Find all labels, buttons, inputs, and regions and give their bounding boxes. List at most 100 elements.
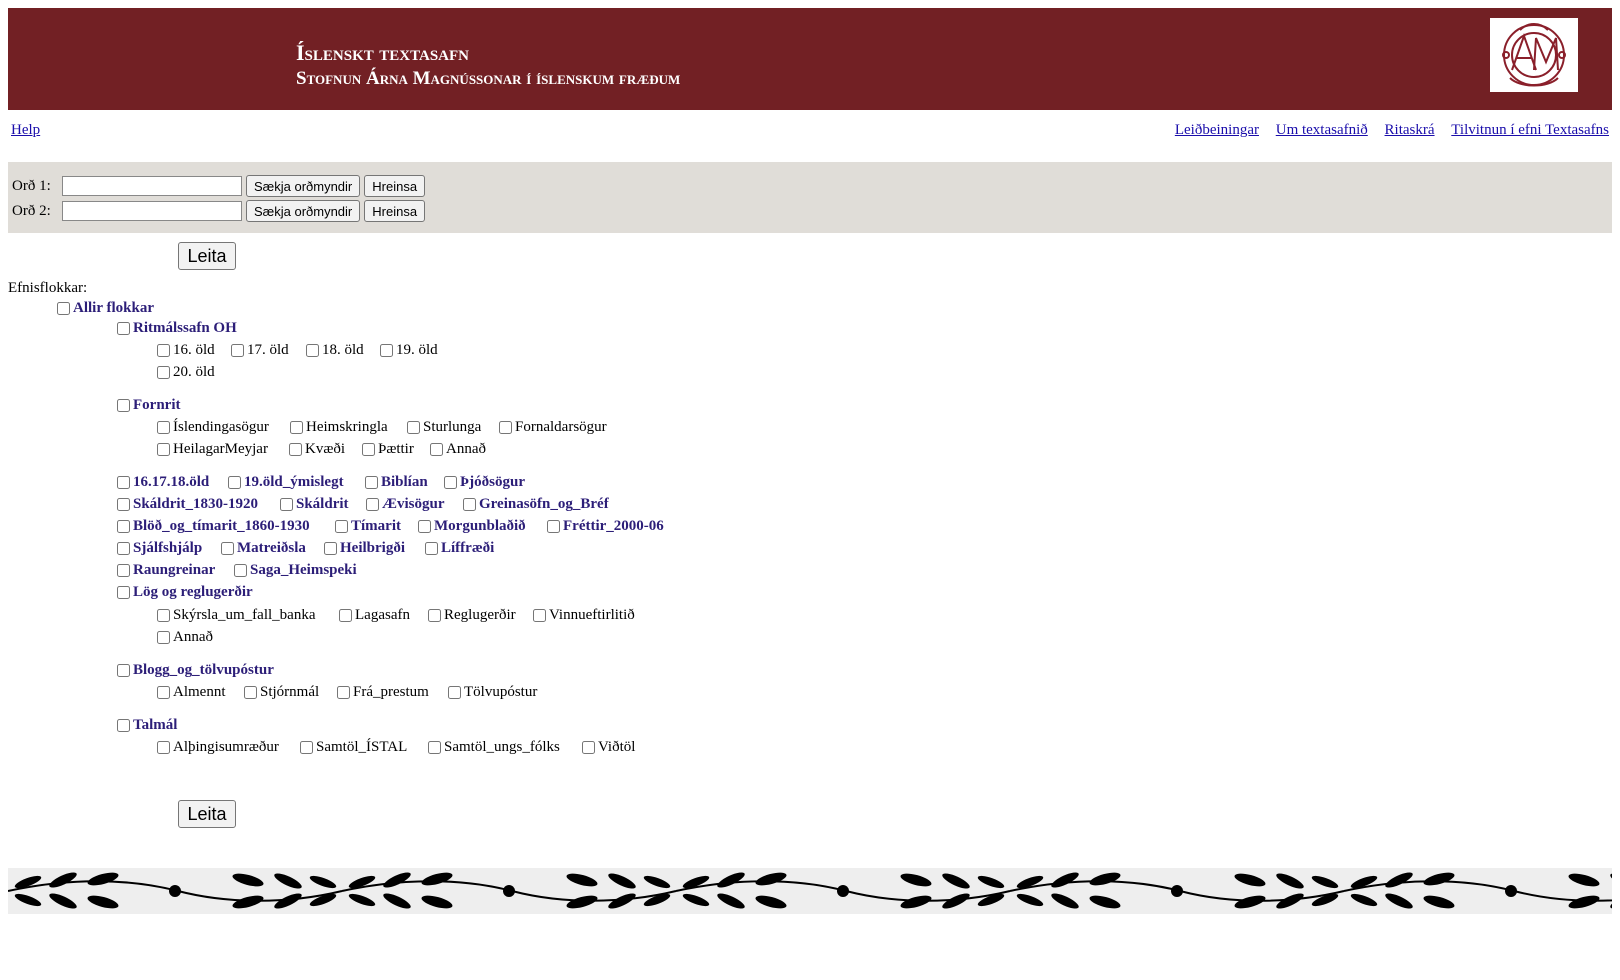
sub-vidtol-checkbox[interactable] [582, 741, 595, 754]
talmal-checkbox[interactable] [117, 719, 130, 732]
category-raungreinar[interactable]: Raungreinar [117, 562, 215, 579]
category-skaldrit-1830-1920[interactable]: Skáldrit_1830-1920 [117, 496, 258, 513]
sub-fra-prestum[interactable]: Frá_prestum [337, 684, 429, 701]
fornrit-checkbox[interactable] [117, 399, 130, 412]
cat-19-ymislegt-checkbox[interactable] [228, 476, 241, 489]
category-skaldrit[interactable]: Skáldrit [280, 496, 349, 513]
cat-aevisogur-checkbox[interactable] [366, 498, 379, 511]
category-all[interactable]: Allir flokkar [57, 300, 154, 317]
cat-matreidsla-checkbox[interactable] [221, 542, 234, 555]
sub-samtol-istal[interactable]: Samtöl_ÍSTAL [300, 739, 407, 756]
sub-heimskringla-checkbox[interactable] [290, 421, 303, 434]
sub-fornaldarsogur-checkbox[interactable] [499, 421, 512, 434]
category-heilbrigdi[interactable]: Heilbrigði [324, 540, 405, 557]
cat-sjalfshjalp-checkbox[interactable] [117, 542, 130, 555]
sub-vinnueftirlitid-checkbox[interactable] [533, 609, 546, 622]
category-morgunbladid[interactable]: Morgunblaðið [418, 518, 526, 535]
sub-20-old[interactable]: 20. öld [157, 364, 215, 381]
sub-samtol-ungs-folks[interactable]: Samtöl_ungs_fólks [428, 739, 560, 756]
sub-19-old[interactable]: 19. öld [380, 342, 438, 359]
sub-kvaedi[interactable]: Kvæði [289, 441, 345, 458]
sub-fornrit-annad[interactable]: Annað [430, 441, 486, 458]
sub-17-old-checkbox[interactable] [231, 344, 244, 357]
blogg-checkbox[interactable] [117, 664, 130, 677]
word-2-fetch-button[interactable]: Sækja orðmyndir [246, 200, 361, 222]
cat-blod-checkbox[interactable] [117, 520, 130, 533]
sub-sturlunga-checkbox[interactable] [407, 421, 420, 434]
sub-reglugerdir-checkbox[interactable] [428, 609, 441, 622]
word-1-input[interactable] [62, 176, 242, 196]
nav-um-textasafnid[interactable]: Um textasafnið [1276, 122, 1368, 138]
category-ritmalssafn[interactable]: Ritmálssafn OH [117, 320, 237, 337]
category-talmal[interactable]: Talmál [117, 717, 177, 734]
cat-liffraedi-checkbox[interactable] [425, 542, 438, 555]
sub-lagasafn-checkbox[interactable] [339, 609, 352, 622]
cat-greinasofn-checkbox[interactable] [463, 498, 476, 511]
category-frettir-2000-06[interactable]: Fréttir_2000-06 [547, 518, 664, 535]
cat-heilbrigdi-checkbox[interactable] [324, 542, 337, 555]
sub-20-old-checkbox[interactable] [157, 366, 170, 379]
sub-16-old-checkbox[interactable] [157, 344, 170, 357]
sub-log-annad[interactable]: Annað [157, 629, 213, 646]
cat-skaldrit-checkbox[interactable] [280, 498, 293, 511]
cat-thjodsogur-checkbox[interactable] [444, 476, 457, 489]
category-saga-heimspeki[interactable]: Saga_Heimspeki [234, 562, 357, 579]
help-link[interactable]: Help [11, 122, 40, 139]
sub-sturlunga[interactable]: Sturlunga [407, 419, 481, 436]
sub-heilagarmeyjar[interactable]: HeilagarMeyjar [157, 441, 268, 458]
sub-samtol-ungs-checkbox[interactable] [428, 741, 441, 754]
category-sjalfshjalp[interactable]: Sjálfshjálp [117, 540, 202, 557]
category-biblian[interactable]: Biblían [365, 474, 428, 491]
category-16-17-18-old[interactable]: 16.17.18.öld [117, 474, 209, 491]
log-checkbox[interactable] [117, 586, 130, 599]
cat-morgunbladid-checkbox[interactable] [418, 520, 431, 533]
word-1-clear-button[interactable]: Hreinsa [364, 175, 426, 197]
nav-ritaskra[interactable]: Ritaskrá [1385, 122, 1435, 138]
sub-heimskringla[interactable]: Heimskringla [290, 419, 388, 436]
sub-fra-prestum-checkbox[interactable] [337, 686, 350, 699]
sub-skyrsla[interactable]: Skýrsla_um_fall_banka [157, 607, 315, 624]
category-timarit[interactable]: Tímarit [335, 518, 401, 535]
category-thjodsogur[interactable]: Þjóðsögur [444, 474, 525, 491]
sub-fornrit-annad-checkbox[interactable] [430, 443, 443, 456]
cat-timarit-checkbox[interactable] [335, 520, 348, 533]
sub-althingi-checkbox[interactable] [157, 741, 170, 754]
category-matreidsla[interactable]: Matreiðsla [221, 540, 306, 557]
sub-almennt[interactable]: Almennt [157, 684, 226, 701]
sub-almennt-checkbox[interactable] [157, 686, 170, 699]
sub-lagasafn[interactable]: Lagasafn [339, 607, 410, 624]
sub-heilagarmeyjar-checkbox[interactable] [157, 443, 170, 456]
sub-thaettir-checkbox[interactable] [362, 443, 375, 456]
search-button-bottom[interactable]: Leita [178, 800, 236, 828]
category-blod-og-timarit[interactable]: Blöð_og_tímarit_1860-1930 [117, 518, 310, 535]
sub-19-old-checkbox[interactable] [380, 344, 393, 357]
sub-tolvupostur-checkbox[interactable] [448, 686, 461, 699]
sub-fornaldarsogur[interactable]: Fornaldarsögur [499, 419, 607, 436]
sub-skyrsla-checkbox[interactable] [157, 609, 170, 622]
category-all-checkbox[interactable] [57, 302, 70, 315]
nav-leidbeiningar[interactable]: Leiðbeiningar [1175, 122, 1259, 138]
sub-thaettir[interactable]: Þættir [362, 441, 414, 458]
category-19-old-ymislegt[interactable]: 19.öld_ýmislegt [228, 474, 344, 491]
category-aevisogur[interactable]: Ævisögur [366, 496, 445, 513]
category-log-og-reglugerdir[interactable]: Lög og reglugerðir [117, 584, 253, 601]
cat-biblian-checkbox[interactable] [365, 476, 378, 489]
cat-frettir-checkbox[interactable] [547, 520, 560, 533]
search-button-top[interactable]: Leita [178, 242, 236, 270]
sub-althingisumraedur[interactable]: Alþingisumræður [157, 739, 279, 756]
sub-kvaedi-checkbox[interactable] [289, 443, 302, 456]
sub-18-old[interactable]: 18. öld [306, 342, 364, 359]
word-2-clear-button[interactable]: Hreinsa [364, 200, 426, 222]
sub-islendingasogur[interactable]: Íslendingasögur [157, 419, 269, 436]
nav-tilvitnun[interactable]: Tilvitnun í efni Textasafns [1451, 122, 1609, 138]
sub-stjornmal[interactable]: Stjórnmál [244, 684, 319, 701]
sub-vidtol[interactable]: Viðtöl [582, 739, 635, 756]
cat-saga-checkbox[interactable] [234, 564, 247, 577]
word-2-input[interactable] [62, 201, 242, 221]
sub-stjornmal-checkbox[interactable] [244, 686, 257, 699]
category-liffraedi[interactable]: Líffræði [425, 540, 494, 557]
category-fornrit[interactable]: Fornrit [117, 397, 180, 414]
word-1-fetch-button[interactable]: Sækja orðmyndir [246, 175, 361, 197]
cat-skaldrit-1830-checkbox[interactable] [117, 498, 130, 511]
sub-samtol-istal-checkbox[interactable] [300, 741, 313, 754]
